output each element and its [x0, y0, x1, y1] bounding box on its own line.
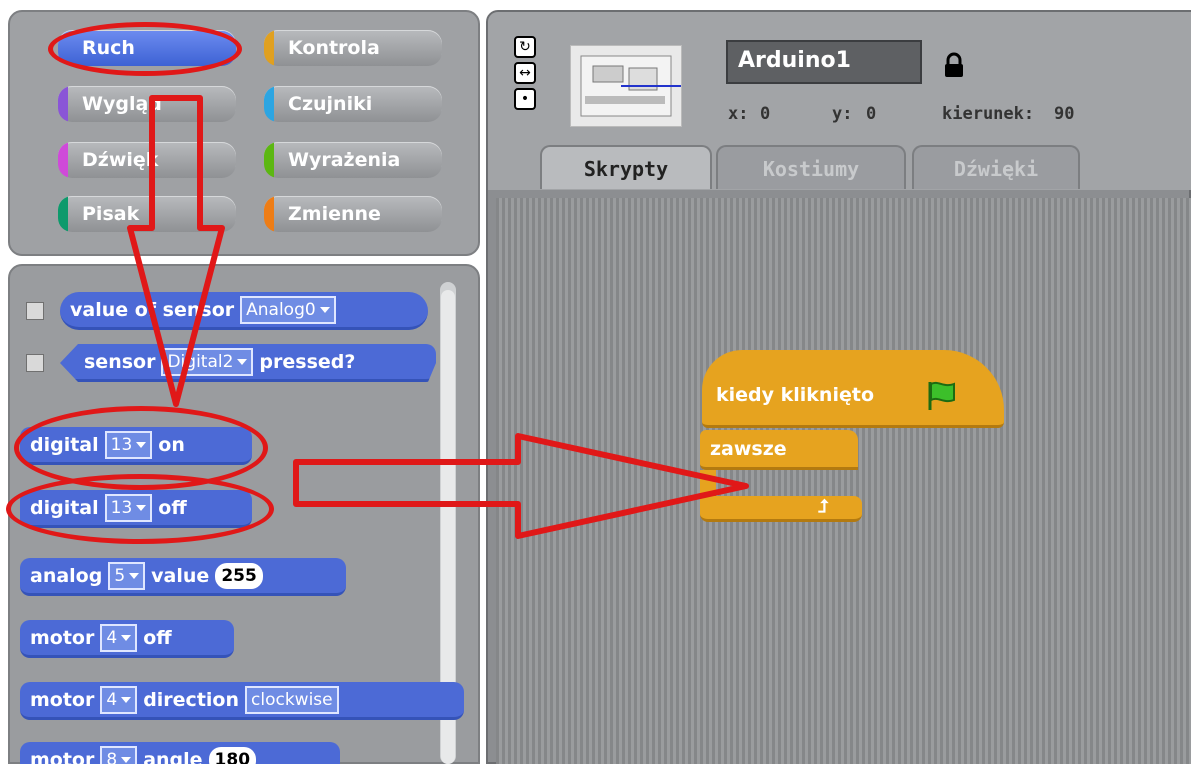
arrow-down-shape	[127, 95, 225, 407]
arrow-right-shape	[293, 433, 749, 539]
annotation-arrows	[127, 95, 749, 539]
